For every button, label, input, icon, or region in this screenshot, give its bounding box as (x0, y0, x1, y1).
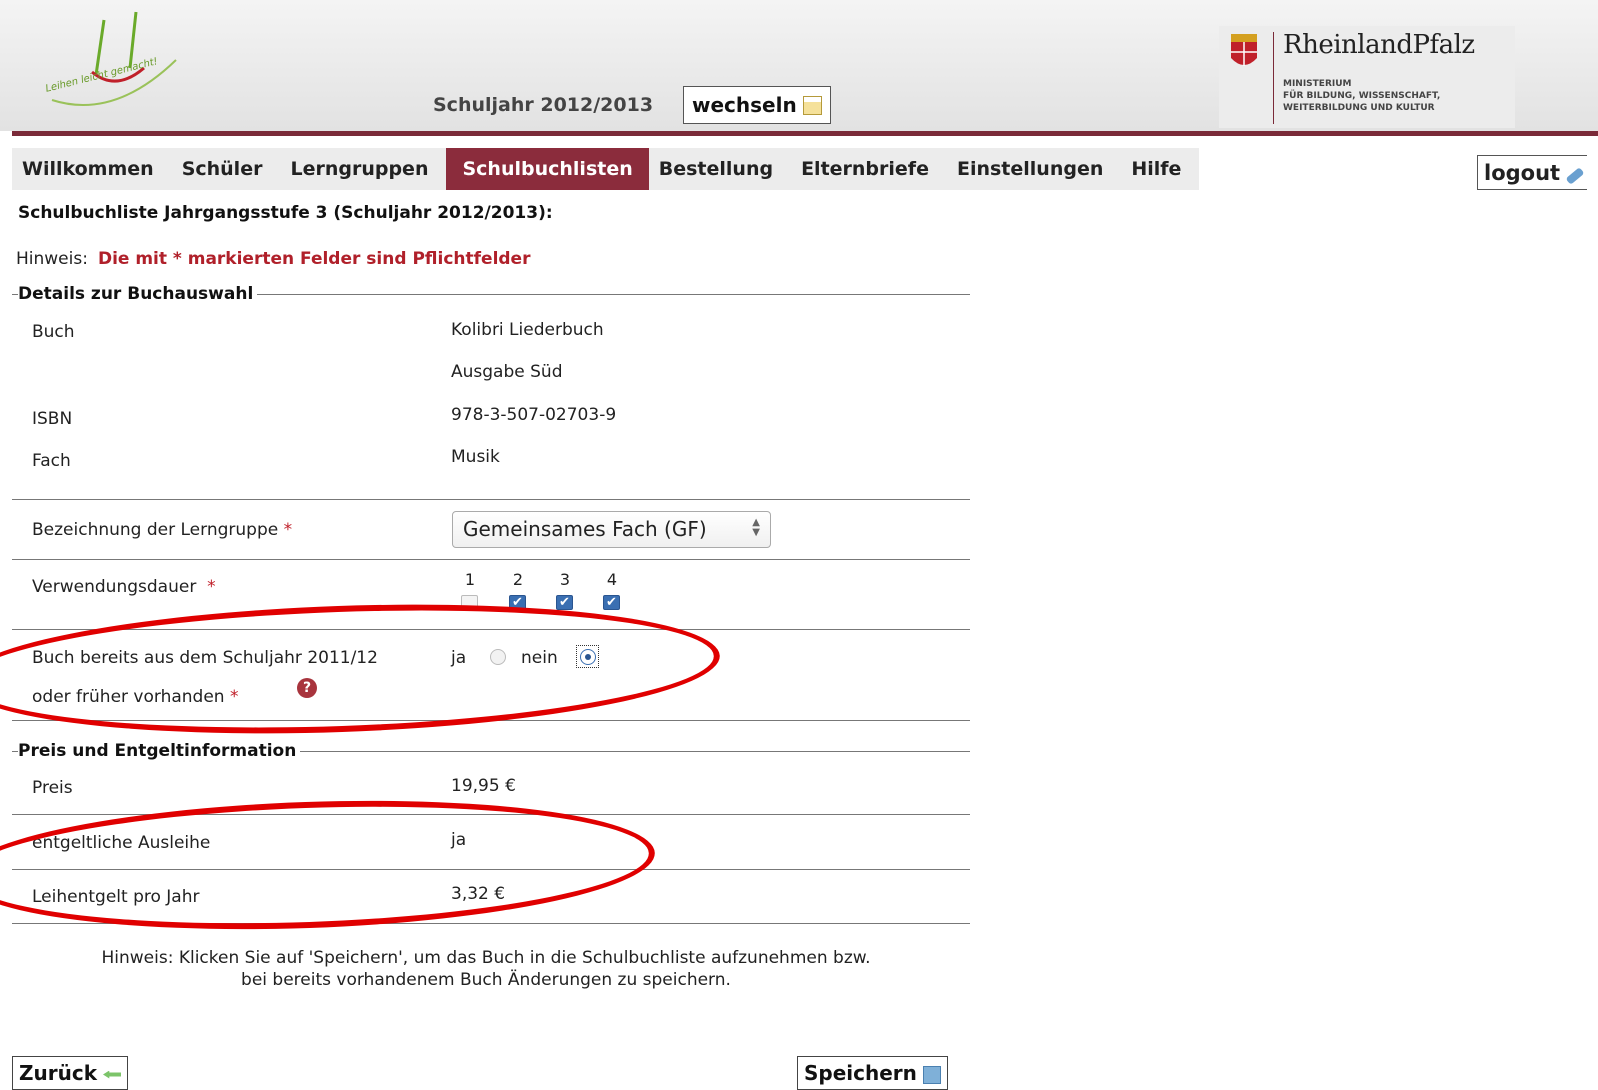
main-navigation: Willkommen Schüler Lerngruppen Schulbuch… (12, 148, 1200, 190)
vorhanden-label-line2: oder früher vorhanden * (32, 687, 239, 707)
ministry-name: MINISTERIUM FÜR BILDUNG, WISSENSCHAFT, W… (1283, 79, 1441, 113)
pricing-legend: Preis und Entgeltinformation (18, 741, 301, 761)
page-title: Schulbuchliste Jahrgangsstufe 3 (Schulja… (18, 203, 553, 223)
row-divider (12, 814, 970, 815)
fieldset-bottom-border (12, 923, 970, 924)
logout-button[interactable]: logout (1477, 155, 1587, 190)
lerngruppe-label: Bezeichnung der Lerngruppe * (32, 520, 293, 540)
speichern-button[interactable]: Speichern (797, 1056, 948, 1090)
dauer-option-3-label: 3 (559, 570, 571, 589)
nav-hilfe[interactable]: Hilfe (1121, 148, 1199, 190)
coat-of-arms-icon (1231, 34, 1257, 66)
rlp-wordmark: RheinlandPfalz (1283, 30, 1475, 60)
preis-label: Preis (32, 778, 73, 798)
radio-ja-label: ja (451, 648, 467, 668)
hint-label: Hinweis: (16, 249, 88, 269)
arrow-left-icon (103, 1070, 121, 1079)
nav-lerngruppen[interactable]: Lerngruppen (280, 148, 446, 190)
vorhanden-label-line1: Buch bereits aus dem Schuljahr 2011/12 (32, 648, 378, 668)
row-divider (12, 559, 970, 560)
nav-schueler[interactable]: Schüler (172, 148, 281, 190)
required-marker: * (207, 577, 216, 597)
required-marker: * (229, 687, 239, 707)
lerngruppe-select[interactable]: Gemeinsames Fach (GF) ▲ ▼ (452, 511, 771, 548)
preis-value: 19,95 € (451, 776, 516, 796)
buch-edition: Ausgabe Süd (451, 362, 563, 382)
row-divider (12, 869, 970, 870)
help-icon[interactable]: ? (297, 678, 317, 698)
dauer-option-4-label: 4 (606, 570, 618, 589)
nav-elternbriefe[interactable]: Elternbriefe (791, 148, 947, 190)
dauer-option-2-label: 2 (512, 570, 524, 589)
required-hint: Hinweis: Die mit * markierten Felder sind… (16, 249, 530, 269)
schuljahr-label: Schuljahr 2012/2013 (433, 94, 654, 116)
lerngruppe-selected: Gemeinsames Fach (GF) (463, 517, 707, 541)
dauer-checkbox-3[interactable]: ✔ (556, 595, 573, 610)
hint-text: Die mit * markierten Felder sind Pflicht… (97, 249, 531, 269)
save-icon (922, 1065, 941, 1084)
zurueck-button[interactable]: Zurück (12, 1056, 128, 1090)
speichern-label: Speichern (804, 1061, 917, 1085)
dauer-label: Verwendungsdauer * (32, 577, 216, 597)
pen-icon (1565, 167, 1585, 185)
smile-logo-icon (51, 11, 177, 106)
dauer-option-1-label: 1 (464, 570, 476, 589)
ausleihe-value: ja (451, 830, 467, 850)
dauer-checkbox-2[interactable]: ✔ (509, 595, 526, 610)
logout-label: logout (1484, 161, 1561, 185)
radio-nein-label: nein (521, 648, 558, 668)
wechseln-button[interactable]: wechseln (683, 86, 831, 124)
page-header: Leihen leicht gemacht! Schuljahr 2012/20… (0, 0, 1598, 131)
ausleihe-label: entgeltliche Ausleihe (32, 833, 211, 853)
annotation-ellipse (0, 592, 722, 746)
select-arrows-icon: ▲ ▼ (752, 517, 760, 538)
zurueck-label: Zurück (19, 1061, 97, 1085)
radio-ja[interactable] (490, 649, 506, 665)
row-divider (12, 499, 970, 500)
schulbuchausleihe-logo: Leihen leicht gemacht! (44, 0, 184, 130)
save-info-text: Hinweis: Klicken Sie auf 'Speichern', um… (101, 948, 871, 990)
nav-willkommen[interactable]: Willkommen (12, 148, 172, 190)
dauer-checkbox-1[interactable] (461, 595, 478, 610)
row-divider (12, 629, 970, 630)
dauer-checkbox-4[interactable]: ✔ (603, 595, 620, 610)
fach-value: Musik (451, 447, 500, 467)
nav-bestellung[interactable]: Bestellung (649, 148, 791, 190)
ministry-divider (1273, 32, 1274, 124)
leihentgelt-label: Leihentgelt pro Jahr (32, 887, 200, 907)
annotation-ellipse (0, 789, 657, 941)
fieldset-bottom-border (12, 720, 970, 721)
buch-label: Buch (32, 322, 75, 342)
calendar-icon (802, 95, 822, 115)
leihentgelt-value: 3,32 € (451, 884, 506, 904)
nav-einstellungen[interactable]: Einstellungen (947, 148, 1121, 190)
required-marker: * (283, 520, 293, 540)
wechseln-label: wechseln (692, 93, 797, 117)
header-divider (12, 131, 1598, 136)
isbn-label: ISBN (32, 409, 73, 429)
buch-title: Kolibri Liederbuch (451, 320, 604, 340)
ministry-logo: RheinlandPfalz MINISTERIUM FÜR BILDUNG, … (1219, 26, 1515, 128)
isbn-value: 978-3-507-02703-9 (451, 405, 617, 425)
details-legend: Details zur Buchauswahl (18, 284, 258, 304)
fach-label: Fach (32, 451, 71, 471)
nav-schulbuchlisten[interactable]: Schulbuchlisten (446, 148, 649, 190)
radio-nein[interactable] (580, 649, 596, 665)
